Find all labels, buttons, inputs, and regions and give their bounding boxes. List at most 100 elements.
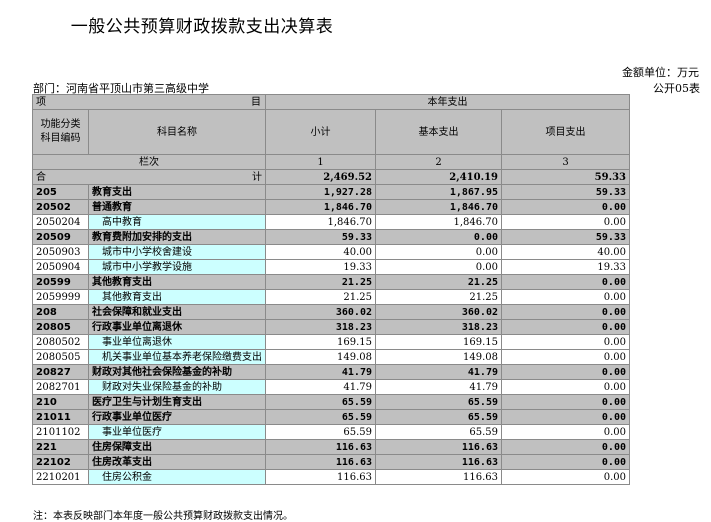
table-row: 20827 财政对其他社会保险基金的补助 41.79 41.79 0.00 <box>32 364 630 380</box>
table-row: 2080505 机关事业单位基本养老保险缴费支出 149.08 149.08 0.00 <box>32 349 630 365</box>
row-project: 59.33 <box>501 184 630 200</box>
table-row: 20599 其他教育支出 21.25 21.25 0.00 <box>32 274 630 290</box>
row-basic: 116.63 <box>375 469 502 485</box>
row-basic: 21.25 <box>375 289 502 305</box>
row-code: 22102 <box>32 454 89 470</box>
row-project: 0.00 <box>501 439 630 455</box>
header-year-spending: 本年支出 <box>265 94 630 110</box>
row-code: 210 <box>32 394 89 410</box>
row-project: 0.00 <box>501 409 630 425</box>
header-row-top: 项 目 本年支出 <box>32 94 630 110</box>
row-name: 社会保障和就业支出 <box>88 304 266 320</box>
table-row: 20805 行政事业单位离退休 318.23 318.23 0.00 <box>32 319 630 335</box>
row-subtotal: 360.02 <box>265 304 376 320</box>
row-basic: 1,846.70 <box>375 199 502 215</box>
row-name: 住房改革支出 <box>88 454 266 470</box>
row-code: 2210201 <box>32 469 89 485</box>
row-project: 59.33 <box>501 229 630 245</box>
header-subtotal: 小计 <box>265 109 376 155</box>
row-subtotal: 65.59 <box>265 424 376 440</box>
row-code: 20502 <box>32 199 89 215</box>
footnote: 注：本表反映部门本年度一般公共预算财政拨款支出情况。 <box>33 511 293 522</box>
row-name: 机关事业单位基本养老保险缴费支出 <box>88 349 266 365</box>
table-row: 205 教育支出 1,927.28 1,867.95 59.33 <box>32 184 630 200</box>
row-basic: 169.15 <box>375 334 502 350</box>
header-col2: 2 <box>375 154 502 170</box>
table-row: 22102 住房改革支出 116.63 116.63 0.00 <box>32 454 630 470</box>
row-code: 21011 <box>32 409 89 425</box>
row-name: 财政对其他社会保险基金的补助 <box>88 364 266 380</box>
row-project: 0.00 <box>501 469 630 485</box>
header-xiang: 项 <box>36 96 46 108</box>
total-subtotal: 2,469.52 <box>265 169 376 185</box>
row-subtotal: 40.00 <box>265 244 376 260</box>
row-subtotal: 1,846.70 <box>265 214 376 230</box>
header-col3: 3 <box>501 154 630 170</box>
row-code: 2101102 <box>32 424 89 440</box>
row-project: 0.00 <box>501 199 630 215</box>
row-code: 2059999 <box>32 289 89 305</box>
row-basic: 149.08 <box>375 349 502 365</box>
row-project: 0.00 <box>501 304 630 320</box>
header-project: 项目支出 <box>501 109 630 155</box>
row-name: 住房公积金 <box>88 469 266 485</box>
row-project: 0.00 <box>501 379 630 395</box>
table-row: 2210201 住房公积金 116.63 116.63 0.00 <box>32 469 630 485</box>
table-row: 2050903 城市中小学校舍建设 40.00 0.00 40.00 <box>32 244 630 260</box>
header-col1: 1 <box>265 154 376 170</box>
row-code: 20599 <box>32 274 89 290</box>
row-basic: 65.59 <box>375 394 502 410</box>
row-basic: 0.00 <box>375 244 502 260</box>
row-project: 0.00 <box>501 394 630 410</box>
row-project: 0.00 <box>501 364 630 380</box>
row-project: 19.33 <box>501 259 630 275</box>
row-basic: 116.63 <box>375 439 502 455</box>
row-subtotal: 21.25 <box>265 274 376 290</box>
row-basic: 65.59 <box>375 424 502 440</box>
row-basic: 41.79 <box>375 364 502 380</box>
table-row: 210 医疗卫生与计划生育支出 65.59 65.59 0.00 <box>32 394 630 410</box>
row-code: 2050904 <box>32 259 89 275</box>
row-name: 事业单位离退休 <box>88 334 266 350</box>
row-project: 40.00 <box>501 244 630 260</box>
row-subtotal: 59.33 <box>265 229 376 245</box>
row-project: 0.00 <box>501 289 630 305</box>
row-name: 其他教育支出 <box>88 274 266 290</box>
row-subtotal: 65.59 <box>265 409 376 425</box>
row-code: 221 <box>32 439 89 455</box>
table-row: 2082701 财政对失业保险基金的补助 41.79 41.79 0.00 <box>32 379 630 395</box>
table-row: 2050904 城市中小学教学设施 19.33 0.00 19.33 <box>32 259 630 275</box>
row-code: 2082701 <box>32 379 89 395</box>
table-row: 2050204 高中教育 1,846.70 1,846.70 0.00 <box>32 214 630 230</box>
report-title: 一般公共预算财政拨款支出决算表 <box>70 17 334 37</box>
row-basic: 0.00 <box>375 229 502 245</box>
table-row: 2059999 其他教育支出 21.25 21.25 0.00 <box>32 289 630 305</box>
header-basic: 基本支出 <box>375 109 502 155</box>
header-func-code: 功能分类 科目编码 <box>32 109 89 155</box>
row-name: 住房保障支出 <box>88 439 266 455</box>
table-row: 221 住房保障支出 116.63 116.63 0.00 <box>32 439 630 455</box>
header-item-cell: 项 目 <box>32 94 266 110</box>
row-subtotal: 169.15 <box>265 334 376 350</box>
row-basic: 65.59 <box>375 409 502 425</box>
row-project: 0.00 <box>501 424 630 440</box>
row-project: 0.00 <box>501 454 630 470</box>
total-basic: 2,410.19 <box>375 169 502 185</box>
table-row: 2101102 事业单位医疗 65.59 65.59 0.00 <box>32 424 630 440</box>
row-name: 高中教育 <box>88 214 266 230</box>
table-row: 2080502 事业单位离退休 169.15 169.15 0.00 <box>32 334 630 350</box>
row-basic: 318.23 <box>375 319 502 335</box>
total-row: 合 计 2,469.52 2,410.19 59.33 <box>32 169 630 185</box>
row-project: 0.00 <box>501 214 630 230</box>
row-code: 2080502 <box>32 334 89 350</box>
row-subtotal: 41.79 <box>265 379 376 395</box>
header-column-label: 栏次 <box>32 154 266 170</box>
row-name: 教育支出 <box>88 184 266 200</box>
row-name: 城市中小学教学设施 <box>88 259 266 275</box>
header-row-columns: 功能分类 科目编码 科目名称 小计 基本支出 项目支出 <box>32 109 630 155</box>
row-basic: 360.02 <box>375 304 502 320</box>
row-subtotal: 116.63 <box>265 454 376 470</box>
row-name: 财政对失业保险基金的补助 <box>88 379 266 395</box>
row-code: 20509 <box>32 229 89 245</box>
row-subtotal: 65.59 <box>265 394 376 410</box>
